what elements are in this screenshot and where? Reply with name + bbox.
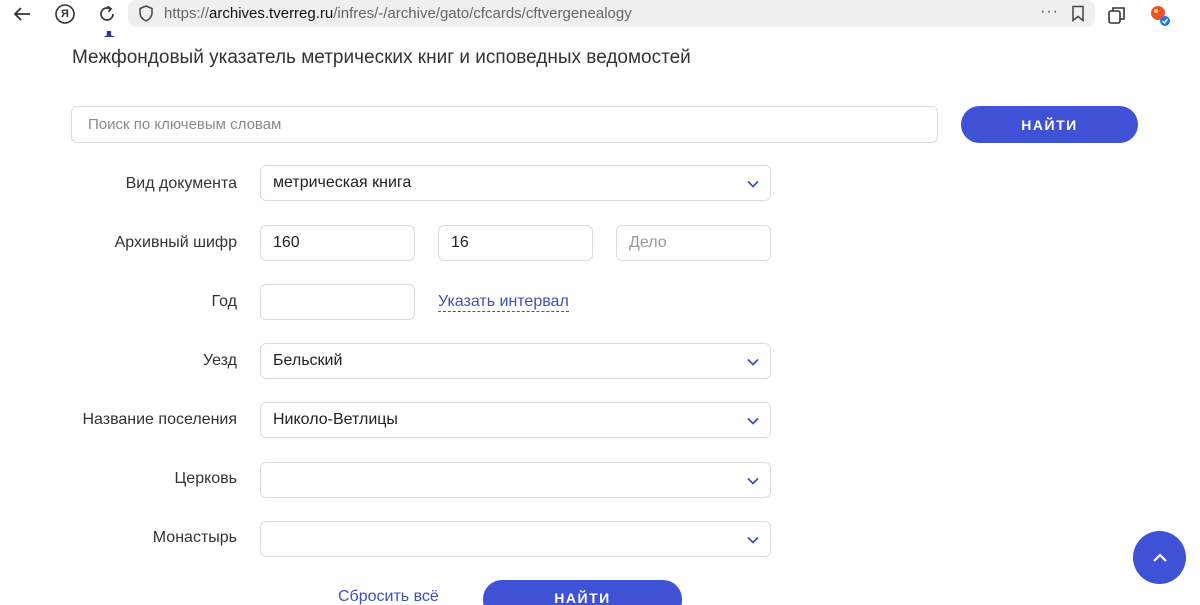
archive-code-label: Архивный шифр xyxy=(114,234,237,251)
url-text[interactable]: https://archives.tverreg.ru/infres/-/arc… xyxy=(164,5,632,22)
chevron-down-icon xyxy=(747,477,759,485)
page-heading-fragment-text: Р xyxy=(104,31,121,39)
keyword-search-input[interactable] xyxy=(71,106,938,143)
doc-type-value: метрическая книга xyxy=(273,174,412,191)
monastery-label: Монастырь xyxy=(152,529,237,546)
fond-field[interactable]: 160 xyxy=(260,225,415,261)
doc-type-select[interactable]: метрическая книга xyxy=(260,165,771,201)
delo-field[interactable]: Дело xyxy=(616,225,771,261)
opis-field[interactable]: 16 xyxy=(438,225,593,261)
year-label: Год xyxy=(211,293,237,310)
uezd-select[interactable]: Бельский xyxy=(260,343,771,379)
doc-type-label: Вид документа xyxy=(125,175,237,192)
chevron-down-icon xyxy=(747,417,759,425)
yandex-icon[interactable]: Я xyxy=(52,2,78,26)
collections-icon[interactable] xyxy=(1104,3,1130,27)
more-options-icon[interactable]: ··· xyxy=(1040,3,1059,21)
back-arrow-icon[interactable] xyxy=(9,2,35,26)
page-heading-fragment: Р xyxy=(72,31,132,39)
address-bar[interactable]: https://archives.tverreg.ru/infres/-/arc… xyxy=(128,0,1095,27)
search-button[interactable]: НАЙТИ xyxy=(961,106,1138,143)
url-domain: archives.tverreg.ru xyxy=(209,5,334,22)
settlement-select[interactable]: Николо-Ветлицы xyxy=(260,402,771,438)
browser-toolbar: Я https://archives.tverreg.ru/infres/-/a… xyxy=(0,0,1200,30)
url-path: /infres/-/archive/gato/cfcards/cftvergen… xyxy=(333,5,632,22)
page-subtitle: Межфондовый указатель метрических книг и… xyxy=(72,47,691,68)
yandex-label: Я xyxy=(61,8,69,20)
uezd-label: Уезд xyxy=(203,352,237,369)
reload-icon[interactable] xyxy=(94,2,120,26)
specify-interval-link[interactable]: Указать интервал xyxy=(438,293,569,312)
opis-value: 16 xyxy=(451,234,469,251)
extension-icon[interactable] xyxy=(1147,3,1173,27)
delo-placeholder: Дело xyxy=(629,234,667,251)
uezd-value: Бельский xyxy=(273,352,343,369)
chevron-down-icon xyxy=(747,536,759,544)
year-field[interactable] xyxy=(260,284,415,320)
scroll-to-top-button[interactable] xyxy=(1133,531,1186,584)
bookmark-icon[interactable] xyxy=(1071,5,1085,27)
chevron-down-icon xyxy=(747,358,759,366)
url-prefix: https:// xyxy=(164,5,210,22)
church-label: Церковь xyxy=(174,470,237,487)
chevron-up-icon xyxy=(1152,552,1167,562)
reset-all-link[interactable]: Сбросить всё xyxy=(338,588,439,605)
church-select[interactable] xyxy=(260,462,771,498)
monastery-select[interactable] xyxy=(260,521,771,557)
submit-search-button[interactable]: НАЙТИ xyxy=(483,580,682,605)
settlement-value: Николо-Ветлицы xyxy=(273,411,398,428)
shield-icon[interactable] xyxy=(138,5,154,27)
settlement-label: Название поселения xyxy=(82,411,237,428)
fond-value: 160 xyxy=(273,234,300,251)
chevron-down-icon xyxy=(747,180,759,188)
